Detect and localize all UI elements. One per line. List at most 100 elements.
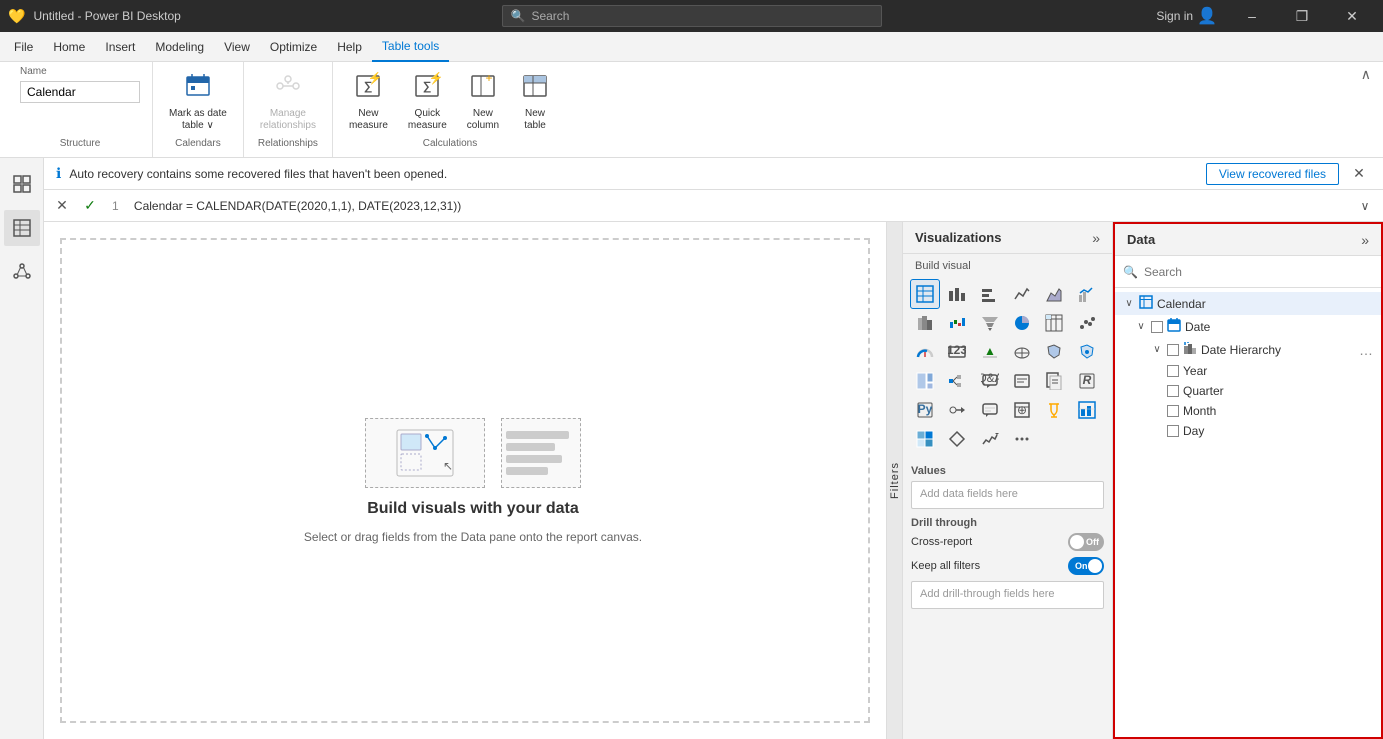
visual-azure-map[interactable]	[1073, 338, 1101, 366]
visual-treemap[interactable]	[911, 367, 939, 395]
new-measure-button[interactable]: ∑ ⚡ Newmeasure	[341, 68, 396, 136]
viz-panel-expand-icon[interactable]: »	[1092, 230, 1100, 246]
visual-pie[interactable]	[1008, 309, 1036, 337]
tree-item-day[interactable]: Day	[1115, 421, 1381, 441]
keep-filters-toggle[interactable]: On	[1068, 557, 1104, 575]
visual-gauge[interactable]	[911, 338, 939, 366]
visual-decomp-tree[interactable]	[943, 367, 971, 395]
tree-item-quarter[interactable]: Quarter	[1115, 381, 1381, 401]
menu-table-tools[interactable]: Table tools	[372, 32, 449, 62]
date-hierarchy-checkbox[interactable]	[1167, 344, 1179, 356]
visual-qa[interactable]: Q&A	[976, 367, 1004, 395]
year-checkbox[interactable]	[1167, 365, 1179, 377]
quick-measure-button[interactable]: ∑ ⚡ Quickmeasure	[400, 68, 455, 136]
visual-kpi[interactable]: ▲	[976, 338, 1004, 366]
visual-ribbon[interactable]	[911, 309, 939, 337]
data-panel-title: Data	[1127, 232, 1155, 247]
visual-paginated2[interactable]: ⊕	[1008, 396, 1036, 424]
menu-file[interactable]: File	[4, 32, 43, 62]
calendar-table-icon	[1139, 295, 1153, 312]
formula-cancel-button[interactable]: ✕	[52, 196, 72, 216]
visual-heatmap[interactable]	[911, 425, 939, 453]
name-input[interactable]	[20, 81, 140, 103]
tree-item-date-hierarchy[interactable]: ∨ Date Hierarchy …	[1115, 338, 1381, 361]
visual-map[interactable]	[1008, 338, 1036, 366]
view-recovered-files-button[interactable]: View recovered files	[1206, 163, 1339, 185]
close-button[interactable]: ✕	[1329, 0, 1375, 32]
visual-clustered-bar[interactable]	[976, 280, 1004, 308]
menu-help[interactable]: Help	[327, 32, 372, 62]
user-icon: 👤	[1197, 6, 1217, 26]
visual-smart-narrative[interactable]	[1008, 367, 1036, 395]
data-panel-expand-icon[interactable]: »	[1361, 232, 1369, 248]
viz-bottom: Values Add data fields here Drill throug…	[903, 457, 1112, 739]
menu-optimize[interactable]: Optimize	[260, 32, 327, 62]
menu-modeling[interactable]: Modeling	[145, 32, 214, 62]
notification-close-button[interactable]: ✕	[1347, 162, 1371, 186]
values-drop-zone[interactable]: Add data fields here	[911, 481, 1104, 509]
visual-key-influencers[interactable]	[943, 396, 971, 424]
ribbon: Name Structure Mark as datetable ∨ Calen	[0, 62, 1383, 158]
table-view-button[interactable]	[4, 210, 40, 246]
formula-confirm-button[interactable]: ✓	[80, 196, 100, 216]
visual-line-chart[interactable]	[1008, 280, 1036, 308]
values-label: Values	[911, 465, 1104, 477]
visual-diamond[interactable]	[943, 425, 971, 453]
tree-item-date[interactable]: ∨ Date	[1115, 315, 1381, 338]
day-checkbox[interactable]	[1167, 425, 1179, 437]
ribbon-collapse-icon[interactable]: ∧	[1361, 66, 1371, 83]
data-search-area: 🔍	[1115, 256, 1381, 288]
visual-scatter[interactable]	[1073, 309, 1101, 337]
data-search-input[interactable]	[1144, 265, 1373, 279]
tree-item-year[interactable]: Year	[1115, 361, 1381, 381]
mark-date-table-button[interactable]: Mark as datetable ∨	[161, 68, 235, 136]
visual-paginated[interactable]	[1040, 367, 1068, 395]
formula-expand-button[interactable]: ∨	[1355, 196, 1375, 216]
report-view-button[interactable]	[4, 166, 40, 202]
month-checkbox[interactable]	[1167, 405, 1179, 417]
svg-text:▲: ▲	[984, 344, 996, 358]
visual-custom-chart[interactable]	[1073, 396, 1101, 424]
titlebar-search-box[interactable]: 🔍 Search	[502, 5, 882, 27]
date-checkbox[interactable]	[1151, 321, 1163, 333]
model-view-button[interactable]	[4, 254, 40, 290]
tree-item-month[interactable]: Month	[1115, 401, 1381, 421]
drill-drop-zone[interactable]: Add drill-through fields here	[911, 581, 1104, 609]
signin-button[interactable]: Sign in 👤	[1156, 6, 1217, 26]
date-hierarchy-icon	[1183, 341, 1197, 358]
tree-item-calendar[interactable]: ∨ Calendar	[1115, 292, 1381, 315]
visual-area-chart[interactable]	[1040, 280, 1068, 308]
formula-line-number: 1	[112, 199, 119, 213]
menubar: File Home Insert Modeling View Optimize …	[0, 32, 1383, 62]
cross-report-toggle[interactable]: Off	[1068, 533, 1104, 551]
visual-funnel[interactable]	[976, 309, 1004, 337]
visual-speech-bubble[interactable]	[976, 396, 1004, 424]
minimize-button[interactable]: –	[1229, 0, 1275, 32]
date-hierarchy-more[interactable]: …	[1359, 342, 1373, 358]
filters-strip[interactable]: Filters	[886, 222, 902, 739]
visual-bar-chart[interactable]	[943, 280, 971, 308]
visual-python[interactable]: Py	[911, 396, 939, 424]
visual-table[interactable]	[911, 280, 939, 308]
visual-trophy[interactable]	[1040, 396, 1068, 424]
quarter-checkbox[interactable]	[1167, 385, 1179, 397]
restore-button[interactable]: ❐	[1279, 0, 1325, 32]
visual-filled-map[interactable]	[1040, 338, 1068, 366]
svg-text:Py: Py	[918, 402, 933, 416]
visual-line-clustered[interactable]	[1073, 280, 1101, 308]
ribbon-relationships-group: Managerelationships Relationships	[244, 62, 333, 157]
menu-view[interactable]: View	[214, 32, 260, 62]
visual-r-script[interactable]: R	[1073, 367, 1101, 395]
visual-card[interactable]: 123	[943, 338, 971, 366]
build-visual-label: Build visual	[903, 254, 1112, 276]
new-table-button[interactable]: Newtable	[511, 68, 559, 136]
visual-waterfall[interactable]	[943, 309, 971, 337]
visual-sparkline[interactable]	[976, 425, 1004, 453]
new-column-button[interactable]: + Newcolumn	[459, 68, 507, 136]
menu-insert[interactable]: Insert	[95, 32, 145, 62]
visual-more[interactable]	[1008, 425, 1036, 453]
visual-matrix[interactable]	[1040, 309, 1068, 337]
notification-icon: ℹ	[56, 165, 61, 182]
menu-home[interactable]: Home	[43, 32, 95, 62]
titlebar-controls: Sign in 👤 – ❐ ✕	[1156, 0, 1375, 32]
